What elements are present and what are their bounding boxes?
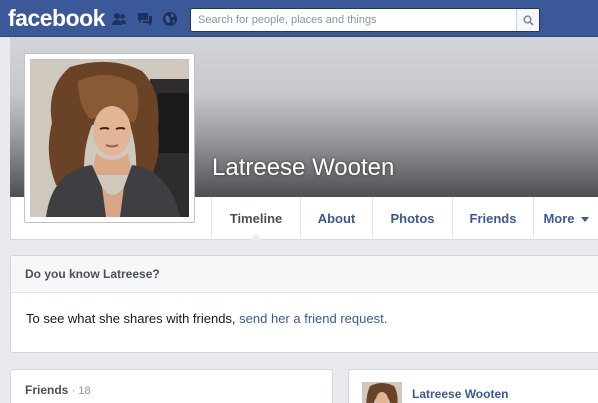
tab-more-label: More [543,211,575,226]
friends-count: · 18 [71,385,91,397]
do-you-know-body: To see what she shares with friends, sen… [11,293,598,326]
tab-more[interactable]: More [533,197,598,240]
top-bar: facebook [0,0,598,37]
send-friend-request-link[interactable]: send her a friend request. [239,311,387,326]
search-icon [522,14,534,26]
tab-timeline[interactable]: Timeline [211,197,300,241]
friend-requests-icon[interactable] [111,11,127,27]
friends-box-title[interactable]: Friends [25,383,68,397]
do-you-know-text: To see what she shares with friends, [26,311,240,326]
do-you-know-title: Do you know Latreese? [11,256,598,293]
tab-photos-label: Photos [390,211,435,226]
tab-friends-label: Friends [469,211,517,226]
tab-about-label: About [317,211,356,226]
search-button[interactable] [516,9,539,31]
chevron-down-icon [580,217,589,222]
friends-box-header: Friends · 18 [25,383,91,397]
search-input[interactable] [191,9,517,31]
friends-box: Friends · 18 [10,369,333,403]
post-author-avatar[interactable] [362,382,402,403]
profile-name[interactable]: Latreese Wooten [212,154,394,182]
profile-photo [30,59,189,217]
tab-about[interactable]: About [300,197,372,240]
tab-friends[interactable]: Friends [452,197,533,240]
search-box [190,8,540,32]
notifications-globe-icon[interactable] [162,11,178,27]
active-tab-caret [249,234,263,241]
messages-icon[interactable] [137,11,153,27]
profile-picture[interactable] [24,53,195,223]
avatar-photo [362,382,402,403]
tab-photos[interactable]: Photos [372,197,452,240]
post-author-name[interactable]: Latreese Wooten [412,387,508,401]
facebook-logo[interactable]: facebook [8,5,105,32]
timeline-post: Latreese Wooten [348,369,598,403]
do-you-know-box: Do you know Latreese? To see what she sh… [10,255,598,353]
tab-timeline-label: Timeline [229,211,283,226]
